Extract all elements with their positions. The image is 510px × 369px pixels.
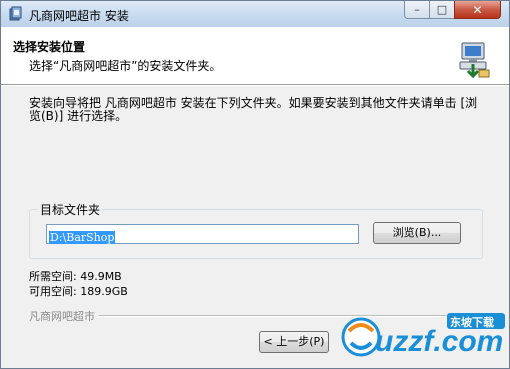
page-title: 选择安装位置: [13, 40, 86, 54]
target-folder-label: 目标文件夹: [38, 201, 103, 218]
maximize-button[interactable]: □: [429, 1, 455, 19]
install-description: 安装向导将把 凡商网吧超市 安装在下列文件夹。如果要安装到其他文件夹请单击 [浏…: [29, 96, 478, 123]
maximize-icon: □: [436, 3, 448, 16]
uzzf-watermark-logo: uzzf.com 东坡下载: [341, 313, 505, 358]
minimize-icon: –: [414, 3, 420, 16]
watermark-badge-text: 东坡下载: [450, 315, 494, 329]
watermark-logo-text: uzzf.com: [375, 325, 503, 358]
back-button[interactable]: < 上一步(P): [259, 331, 329, 353]
page-header: 选择安装位置 选择“凡商网吧超市”的安装文件夹。: [1, 27, 509, 84]
disk-space-info: 所需空间: 49.9MB 可用空间: 189.9GB: [29, 269, 128, 299]
install-path-input[interactable]: D:\BarShop: [46, 224, 359, 244]
header-separator: [1, 84, 509, 86]
minimize-button[interactable]: –: [404, 1, 430, 19]
window-title: 凡商网吧超市 安装: [29, 9, 129, 23]
space-required: 所需空间: 49.9MB: [29, 270, 122, 283]
computer-install-icon: [459, 42, 490, 79]
close-button[interactable]: ✕: [454, 1, 501, 19]
brand-label: 凡商网吧超市: [29, 308, 99, 324]
installer-window: 凡商网吧超市 安装 – □ ✕ 选择安装位置 选择“凡商网吧超市”的安装文件夹。…: [0, 0, 510, 369]
browse-button[interactable]: 浏览(B)...: [373, 222, 461, 244]
close-icon: ✕: [472, 3, 483, 17]
installer-app-icon: [9, 6, 22, 21]
page-subtitle: 选择“凡商网吧超市”的安装文件夹。: [29, 59, 222, 73]
title-bar[interactable]: 凡商网吧超市 安装 – □ ✕: [1, 1, 509, 27]
space-available: 可用空间: 189.9GB: [29, 285, 128, 298]
install-path-value: D:\BarShop: [49, 231, 116, 244]
